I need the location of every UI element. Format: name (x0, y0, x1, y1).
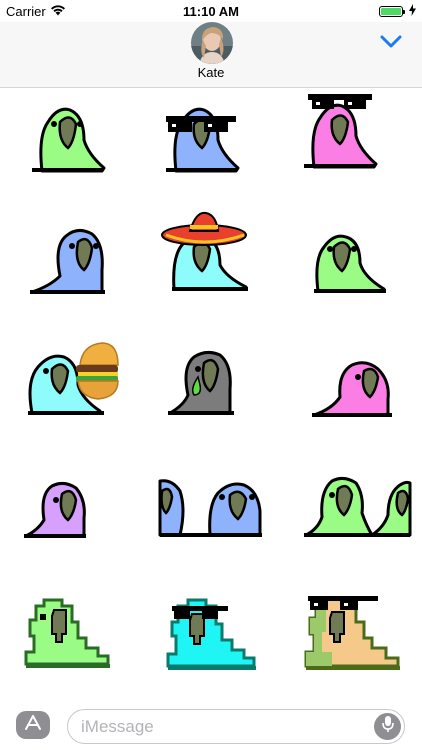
battery-level (381, 8, 401, 15)
sticker-pink-parrot-flat[interactable] (310, 349, 420, 439)
sticker-blue-parrot-pair[interactable] (158, 469, 270, 559)
chevron-down-icon[interactable] (380, 34, 402, 50)
status-time: 11:10 AM (183, 4, 239, 19)
sticker-pixel-tan-parrot-with-sunglasses[interactable] (302, 592, 412, 682)
status-bar: Carrier 11:10 AM (0, 0, 422, 22)
message-field (67, 709, 405, 744)
sticker-pixel-cyan-parrot-with-sunglasses[interactable] (162, 596, 272, 686)
avatar[interactable] (191, 22, 233, 64)
microphone-icon (381, 715, 394, 738)
battery-group (379, 4, 416, 19)
sticker-green-parrot-pair[interactable] (302, 469, 412, 559)
sticker-sad-gray-parrot[interactable] (160, 347, 270, 437)
sticker-grid (0, 89, 422, 701)
sticker-pink-parrot-with-sunglasses[interactable] (298, 94, 408, 184)
app-store-icon (23, 714, 43, 737)
charging-bolt-icon (409, 4, 416, 19)
sticker-cyan-parrot-with-burger[interactable] (22, 341, 132, 431)
sticker-green-parrot-2[interactable] (310, 227, 420, 317)
sticker-blue-parrot[interactable] (30, 224, 140, 314)
sticker-blue-parrot-with-sunglasses[interactable] (160, 98, 270, 188)
microphone-button[interactable] (374, 713, 401, 740)
sticker-green-parrot[interactable] (22, 98, 132, 188)
sticker-cyan-parrot-with-sombrero[interactable] (160, 207, 270, 297)
conversation-header: Kate (0, 22, 422, 88)
contact-name[interactable]: Kate (0, 65, 422, 80)
app-store-button[interactable] (16, 711, 50, 739)
sticker-pixel-green-parrot[interactable] (22, 592, 132, 682)
message-input-bar (0, 700, 422, 750)
battery-icon (379, 6, 405, 17)
sticker-purple-parrot[interactable] (22, 474, 132, 564)
message-input[interactable] (81, 716, 361, 738)
